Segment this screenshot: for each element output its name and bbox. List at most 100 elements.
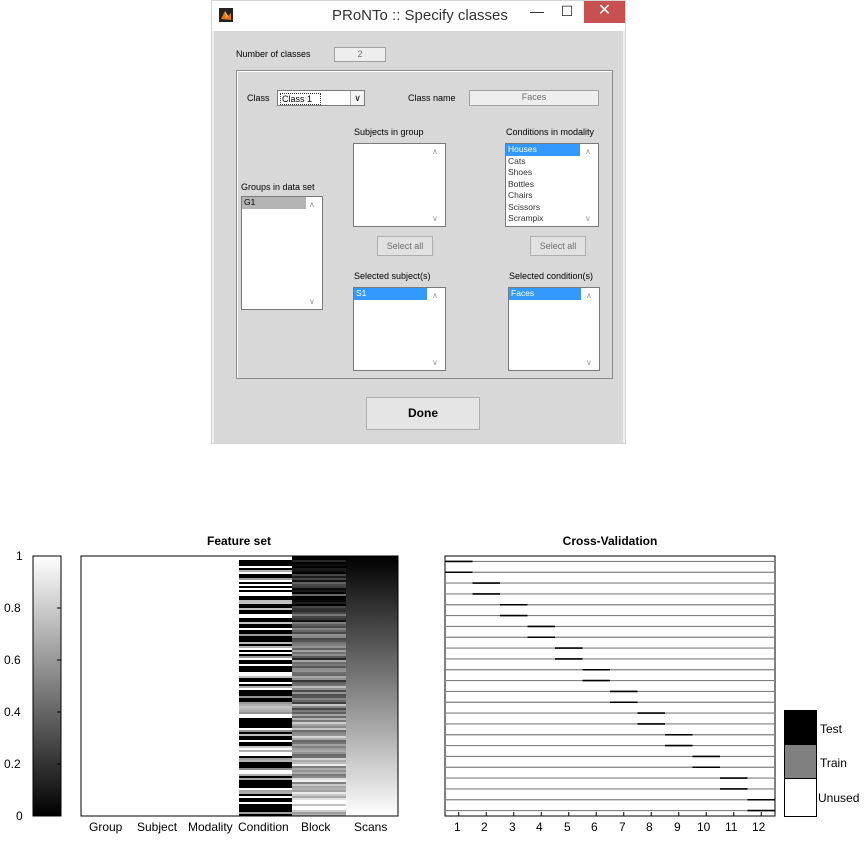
condition-stripe xyxy=(239,770,292,772)
condition-stripe xyxy=(239,650,292,652)
condition-stripe xyxy=(239,562,292,564)
list-item[interactable]: Faces xyxy=(509,288,581,300)
block-stripe xyxy=(292,738,346,740)
condition-stripe xyxy=(239,686,292,688)
condition-stripe xyxy=(239,800,292,802)
condition-stripe xyxy=(239,774,292,776)
close-icon[interactable]: ✕ xyxy=(584,1,625,23)
block-stripe xyxy=(292,648,346,650)
block-stripe xyxy=(292,576,346,578)
selected-conditions-scrollbar[interactable]: ∧ ∨ xyxy=(583,288,599,370)
block-stripe xyxy=(292,566,346,568)
select-all-subjects-button[interactable]: Select all xyxy=(377,236,433,256)
x-tick-label: 7 xyxy=(619,820,626,834)
condition-stripe xyxy=(239,576,292,578)
column-label-condition: Condition xyxy=(238,820,289,834)
condition-stripe xyxy=(239,652,292,654)
scroll-down-icon[interactable]: ∨ xyxy=(586,358,592,367)
selected-conditions-listbox[interactable]: Faces ∧ ∨ xyxy=(508,287,600,371)
list-item[interactable]: S1 xyxy=(354,288,427,300)
condition-stripe xyxy=(239,810,292,812)
condition-stripe xyxy=(239,724,292,726)
block-stripe xyxy=(292,780,346,782)
groups-in-data-set-label: Groups in data set xyxy=(241,182,315,192)
block-stripe xyxy=(292,666,346,668)
block-stripe xyxy=(292,562,346,564)
condition-stripe xyxy=(239,630,292,632)
block-stripe xyxy=(292,796,346,798)
condition-stripe xyxy=(239,598,292,600)
condition-stripe xyxy=(239,568,292,570)
subjects-scrollbar[interactable]: ∧ ∨ xyxy=(429,144,445,226)
block-stripe xyxy=(292,718,346,720)
condition-stripe xyxy=(239,638,292,640)
block-stripe xyxy=(292,736,346,738)
block-stripe xyxy=(292,802,346,804)
minimize-icon[interactable]: — xyxy=(522,1,552,23)
block-stripe xyxy=(292,646,346,648)
condition-stripe xyxy=(239,786,292,788)
block-stripe xyxy=(292,664,346,666)
list-item[interactable]: Houses xyxy=(506,144,580,156)
x-tick-label: 9 xyxy=(674,820,681,834)
title-bar[interactable]: PRoNTo :: Specify classes — ☐ ✕ xyxy=(212,1,625,31)
groups-listbox[interactable]: G1 ∧ ∨ xyxy=(241,196,323,310)
condition-stripe xyxy=(239,730,292,732)
colorbar-tick-label: 0.4 xyxy=(4,705,21,719)
block-stripe xyxy=(292,704,346,706)
block-stripe xyxy=(292,740,346,742)
groups-scrollbar[interactable]: ∧ ∨ xyxy=(306,197,322,309)
condition-stripe xyxy=(239,720,292,722)
scroll-down-icon[interactable]: ∨ xyxy=(432,214,438,223)
conditions-listbox[interactable]: Houses Cats Shoes Bottles Chairs Scissor… xyxy=(505,143,599,227)
class-dropdown[interactable]: Class 1 ∨ xyxy=(277,90,365,106)
block-stripe xyxy=(292,706,346,708)
scroll-down-icon[interactable]: ∨ xyxy=(309,297,315,306)
scroll-up-icon[interactable]: ∧ xyxy=(586,291,592,300)
condition-stripe xyxy=(239,704,292,706)
condition-stripe xyxy=(239,628,292,630)
done-button[interactable]: Done xyxy=(366,397,480,430)
cross-validation-plot-area xyxy=(444,555,776,817)
block-stripe xyxy=(292,686,346,688)
block-stripe xyxy=(292,770,346,772)
condition-stripe xyxy=(239,708,292,710)
condition-stripe xyxy=(239,804,292,806)
condition-stripe xyxy=(239,658,292,660)
chevron-down-icon[interactable]: ∨ xyxy=(350,91,364,105)
block-stripe xyxy=(292,590,346,592)
number-of-classes-field[interactable]: 2 xyxy=(334,47,386,62)
block-stripe xyxy=(292,662,346,664)
scroll-down-icon[interactable]: ∨ xyxy=(585,214,591,223)
scroll-up-icon[interactable]: ∧ xyxy=(432,291,438,300)
block-stripe xyxy=(292,560,346,562)
condition-stripe xyxy=(239,714,292,716)
subjects-listbox[interactable]: ∧ ∨ xyxy=(353,143,446,227)
condition-stripe xyxy=(239,632,292,634)
selected-subjects-listbox[interactable]: S1 ∧ ∨ xyxy=(353,287,446,371)
list-item[interactable]: G1 xyxy=(242,197,306,209)
block-stripe xyxy=(292,570,346,572)
subjects-in-group-label: Subjects in group xyxy=(354,127,424,137)
condition-stripe xyxy=(239,782,292,784)
colorbar-tick-label: 0.8 xyxy=(4,601,21,615)
block-column xyxy=(292,556,346,816)
block-stripe xyxy=(292,594,346,596)
block-stripe xyxy=(292,690,346,692)
selected-subjects-scrollbar[interactable]: ∧ ∨ xyxy=(429,288,445,370)
block-stripe xyxy=(292,676,346,678)
class-name-field[interactable]: Faces xyxy=(469,90,599,106)
block-stripe xyxy=(292,728,346,730)
conditions-scrollbar[interactable]: ∧ ∨ xyxy=(582,144,598,226)
scans-column xyxy=(346,556,398,816)
scroll-up-icon[interactable]: ∧ xyxy=(309,200,315,209)
scroll-up-icon[interactable]: ∧ xyxy=(432,147,438,156)
colorbar xyxy=(32,555,62,817)
maximize-icon[interactable]: ☐ xyxy=(552,1,582,23)
scroll-up-icon[interactable]: ∧ xyxy=(585,147,591,156)
condition-stripe xyxy=(239,690,292,692)
select-all-conditions-button[interactable]: Select all xyxy=(530,236,586,256)
condition-stripe xyxy=(239,746,292,748)
scroll-down-icon[interactable]: ∨ xyxy=(432,358,438,367)
block-stripe xyxy=(292,572,346,574)
